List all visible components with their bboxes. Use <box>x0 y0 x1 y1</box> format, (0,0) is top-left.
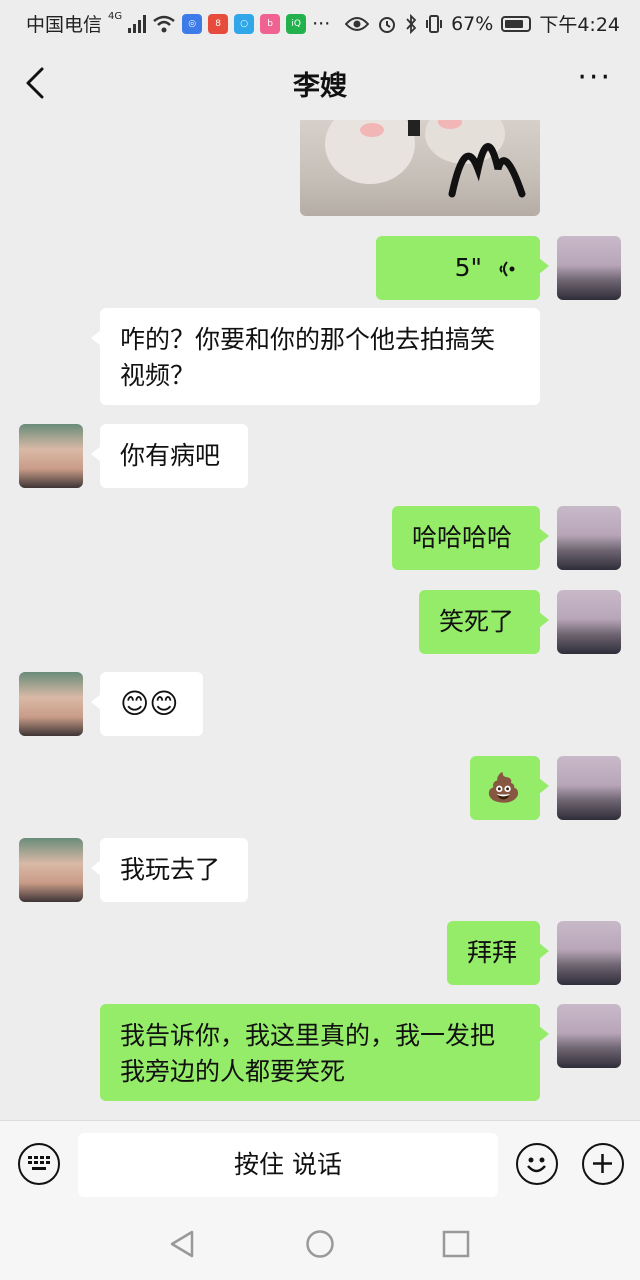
more-options-icon[interactable]: ··· <box>577 63 612 93</box>
my-avatar[interactable] <box>557 506 621 570</box>
battery-percent: 67% <box>451 12 494 35</box>
sent-message[interactable]: 💩 <box>470 756 549 820</box>
hold-to-talk-button[interactable]: 按住 说话 <box>78 1133 498 1197</box>
alarm-icon <box>379 16 396 33</box>
bilibili-app-icon: b <box>260 13 281 34</box>
iqiyi-app-icon: iQ <box>286 13 307 34</box>
cat-sticker-image <box>325 120 526 198</box>
message-text: 笑死了 <box>439 607 515 636</box>
voice-wave-icon <box>498 250 516 286</box>
message-line: 咋的？你要和你的那个他去拍搞笑 <box>120 325 496 354</box>
more-notifications-icon: ··· <box>312 12 331 35</box>
voice-message[interactable]: 5" <box>376 236 549 300</box>
message-line: 我告诉你，我这里真的，我一发把 <box>120 1021 496 1050</box>
my-avatar[interactable] <box>557 590 621 654</box>
eye-icon <box>345 16 370 31</box>
message-line: 视频？ <box>120 361 196 390</box>
hotspot-app-icon: ◎ <box>182 13 203 34</box>
my-avatar[interactable] <box>557 236 621 300</box>
contact-avatar[interactable] <box>19 424 83 488</box>
input-bar: 按住 说话 <box>0 1120 640 1209</box>
my-avatar[interactable] <box>557 1004 621 1068</box>
received-message[interactable]: 你有病吧 <box>91 424 248 488</box>
plus-icon[interactable] <box>582 1143 624 1185</box>
nav-home-icon[interactable] <box>305 1229 335 1259</box>
wifi-icon <box>153 15 175 32</box>
message-line: 我旁边的人都要笑死 <box>120 1057 346 1086</box>
chat-title: 李嫂 <box>293 71 347 102</box>
poop-emoji: 💩 <box>486 771 521 804</box>
vibrate-icon <box>426 14 443 33</box>
message-text: 哈哈哈哈 <box>412 523 513 552</box>
status-right: 67% 下午4:24 <box>345 10 620 37</box>
sent-message[interactable]: 拜拜 <box>447 921 549 985</box>
my-avatar[interactable] <box>557 756 621 820</box>
clock: 下午4:24 <box>539 14 620 36</box>
received-message[interactable]: 我玩去了 <box>91 838 248 902</box>
sent-message[interactable]: 笑死了 <box>419 590 549 654</box>
received-message[interactable]: 😊😊 <box>91 672 203 736</box>
chat-header: 李嫂 ··· <box>0 44 640 120</box>
message-list[interactable]: 5" 咋的？你要和你的那个他去拍搞笑 视频？ 你有病吧 哈哈哈哈 笑死了 😊😊 … <box>0 120 640 1120</box>
message-text: 我玩去了 <box>120 855 221 884</box>
browser-app-icon: ○ <box>234 13 255 34</box>
voice-duration: 5" <box>454 253 483 282</box>
network-label: 4G <box>108 11 123 22</box>
contact-avatar[interactable] <box>19 838 83 902</box>
emoji-icon[interactable] <box>516 1143 558 1185</box>
image-message[interactable] <box>300 120 540 216</box>
signal-icon <box>128 14 147 33</box>
my-avatar[interactable] <box>557 921 621 985</box>
smile-emoji: 😊😊 <box>120 687 179 720</box>
message-text: 你有病吧 <box>120 441 221 470</box>
carrier-label: 中国电信 <box>26 14 103 36</box>
app-red-icon: 8 <box>208 13 229 34</box>
sent-message[interactable]: 哈哈哈哈 <box>392 506 549 570</box>
status-bar: 中国电信 4G ◎ 8 ○ b iQ ··· 67% 下午4:24 <box>0 0 640 44</box>
sent-message[interactable]: 我告诉你，我这里真的，我一发把 我旁边的人都要笑死 <box>100 1004 549 1101</box>
keyboard-toggle-icon[interactable] <box>18 1143 60 1185</box>
system-navigation-bar <box>0 1208 640 1280</box>
message-text: 拜拜 <box>467 938 518 967</box>
battery-icon <box>501 15 532 32</box>
received-message[interactable]: 咋的？你要和你的那个他去拍搞笑 视频？ <box>91 308 540 405</box>
nav-recents-icon[interactable] <box>442 1230 470 1258</box>
bluetooth-icon <box>406 13 417 34</box>
contact-avatar[interactable] <box>19 672 83 736</box>
status-left: 中国电信 4G ◎ 8 ○ b iQ ··· <box>26 10 330 37</box>
nav-back-icon[interactable] <box>168 1229 196 1259</box>
